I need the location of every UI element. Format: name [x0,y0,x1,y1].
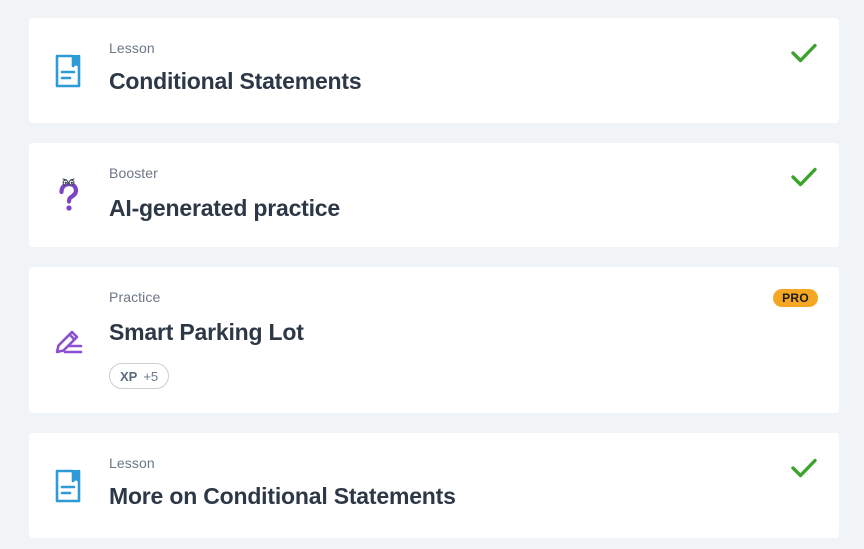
practice-pencil-icon [55,330,83,354]
path-item-smart-parking-lot[interactable]: Practice Smart Parking Lot PRO XP +5 [29,267,839,413]
lesson-doc-icon [55,469,81,503]
completed-check-icon [791,458,817,478]
item-title: Conditional Statements [109,68,362,94]
completed-check-icon [791,167,817,187]
xp-value: +5 [143,368,159,384]
path-item-conditional-statements[interactable]: Lesson Conditional Statements [29,18,839,123]
item-kind-label: Practice [109,289,161,305]
item-kind-label: Booster [109,165,158,181]
item-title: Smart Parking Lot [109,319,304,345]
path-item-ai-generated-practice[interactable]: Booster AI-generated practice [29,143,839,247]
booster-question-icon [59,178,79,211]
xp-reward-pill: XP +5 [109,363,170,389]
completed-check-icon [791,43,817,63]
lesson-doc-icon [55,54,81,88]
item-kind-label: Lesson [109,40,155,56]
item-kind-label: Lesson [109,455,155,471]
item-title: More on Conditional Statements [109,483,456,509]
pro-badge: PRO [773,289,818,307]
xp-label: XP [120,368,138,384]
path-item-more-on-conditional-statements[interactable]: Lesson More on Conditional Statements [29,433,839,538]
item-title: AI-generated practice [109,195,340,221]
learning-path-list: Lesson Conditional Statements Booster AI… [0,0,864,549]
